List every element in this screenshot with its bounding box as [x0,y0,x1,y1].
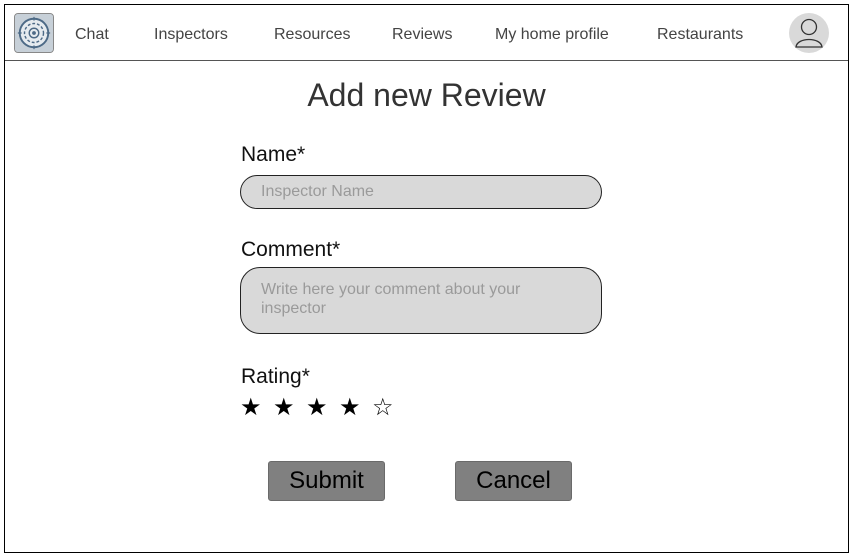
nav-item-resources[interactable]: Resources [274,25,350,45]
star-filled-icon[interactable]: ★ [273,393,306,421]
nav-item-reviews[interactable]: Reviews [392,25,452,45]
nav-item-my-home-profile[interactable]: My home profile [495,25,609,45]
nav-item-inspectors[interactable]: Inspectors [154,25,228,45]
submit-button[interactable]: Submit [268,461,385,501]
star-empty-icon[interactable]: ☆ [372,393,405,421]
nav-item-restaurants[interactable]: Restaurants [657,25,743,45]
inspector-name-input[interactable] [240,175,602,209]
cancel-button[interactable]: Cancel [455,461,572,501]
name-label: Name* [241,143,306,166]
comment-textarea[interactable] [240,267,602,334]
user-avatar-icon[interactable] [789,13,829,53]
rating-label: Rating* [241,365,310,388]
star-filled-icon[interactable]: ★ [240,393,273,421]
nav-item-chat[interactable]: Chat [75,25,109,45]
star-filled-icon[interactable]: ★ [306,393,339,421]
app-logo-icon[interactable] [14,13,54,53]
page-title: Add new Review [307,77,546,113]
comment-label: Comment* [241,238,341,261]
rating-stars: ★ ★ ★ ★ ☆ [240,393,405,421]
app-window: Chat Inspectors Resources Reviews My hom… [4,4,849,553]
star-filled-icon[interactable]: ★ [339,393,372,421]
top-navbar: Chat Inspectors Resources Reviews My hom… [5,5,848,61]
